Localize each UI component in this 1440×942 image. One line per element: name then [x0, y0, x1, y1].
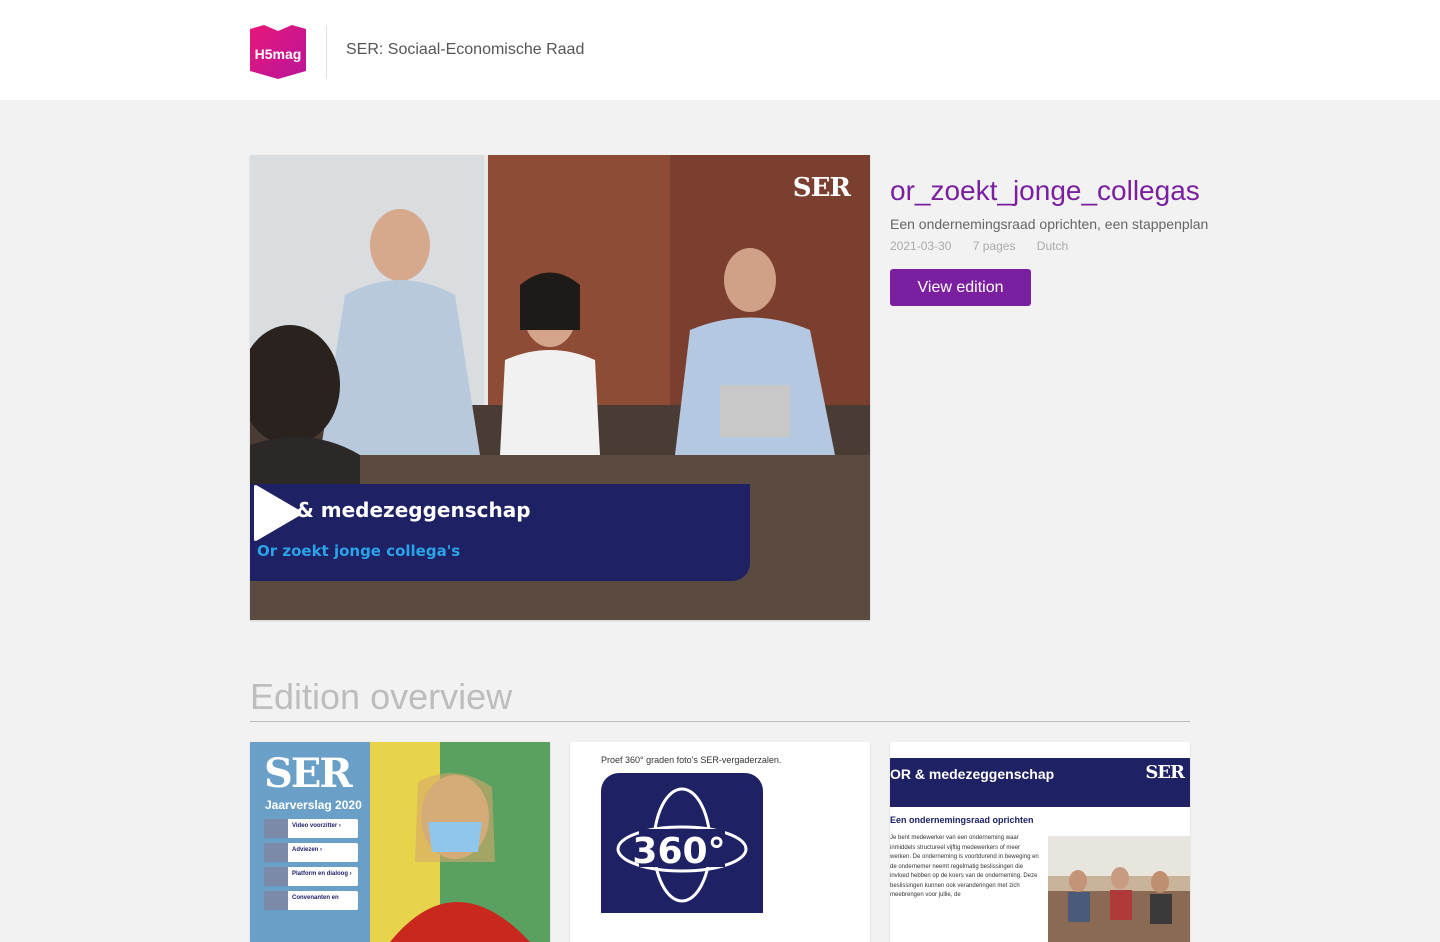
- card-link-video: Video voorzitter ›: [264, 819, 358, 838]
- card-360-badge: 360°: [601, 773, 763, 913]
- edition-cover[interactable]: SER OR & medezeggenschap Or zoekt jonge …: [250, 155, 870, 620]
- card-photo: [1048, 836, 1190, 942]
- edition-title: or_zoekt_jonge_collegas: [890, 175, 1200, 206]
- edition-description: Een ondernemingsraad oprichten, een stap…: [890, 216, 1209, 232]
- card-subtitle: Jaarverslag 2020: [265, 798, 362, 812]
- h5mag-logo[interactable]: H5mag: [250, 25, 306, 79]
- card-ser-logo: SER: [1145, 762, 1185, 783]
- overview-divider: [250, 721, 1190, 722]
- card-caption: Proef 360° graden foto's SER-vergaderzal…: [601, 755, 782, 765]
- card-link-convenanten: Convenanten en: [264, 891, 358, 910]
- cover-banner: OR & medezeggenschap Or zoekt jonge coll…: [250, 484, 750, 581]
- ser-logo: SER: [792, 173, 851, 203]
- card-link-adviezen: Adviezen ›: [264, 843, 358, 862]
- card-heading: Een ondernemingsraad oprichten: [890, 815, 1034, 825]
- edition-pages: 7 pages: [972, 239, 1016, 253]
- rotate-360-icon: 360°: [616, 787, 748, 903]
- card-body-text: Je bent medewerker van een onderneming w…: [890, 835, 1039, 898]
- edition-date: 2021-03-30: [890, 239, 952, 253]
- svg-text:360°: 360°: [632, 831, 725, 872]
- logo-text: H5mag: [255, 46, 302, 62]
- edition-card-or[interactable]: OR & medezeggenschap SER Een onderneming…: [890, 742, 1190, 942]
- edition-card-360[interactable]: Proef 360° graden foto's SER-vergaderzal…: [570, 742, 870, 942]
- cover-banner-subtitle: Or zoekt jonge collega's: [257, 542, 461, 560]
- edition-card-jaarverslag[interactable]: SER Jaarverslag 2020 Video voorzitter › …: [250, 742, 550, 942]
- edition-overview-heading: Edition overview: [250, 676, 513, 717]
- card-ser-logo: SER: [264, 750, 353, 797]
- card-link-platform: Platform en dialoog ›: [264, 867, 358, 886]
- view-edition-button[interactable]: View edition: [890, 269, 1031, 306]
- play-icon[interactable]: [250, 484, 302, 542]
- edition-meta: 2021-03-30 7 pages Dutch: [890, 238, 1086, 254]
- org-name[interactable]: SER: Sociaal-Economische Raad: [346, 40, 584, 60]
- card-title: OR & medezeggenschap: [890, 766, 1055, 782]
- top-bar: H5mag SER: Sociaal-Economische Raad: [0, 0, 1440, 100]
- header-divider: [326, 25, 327, 79]
- edition-language: Dutch: [1036, 239, 1069, 253]
